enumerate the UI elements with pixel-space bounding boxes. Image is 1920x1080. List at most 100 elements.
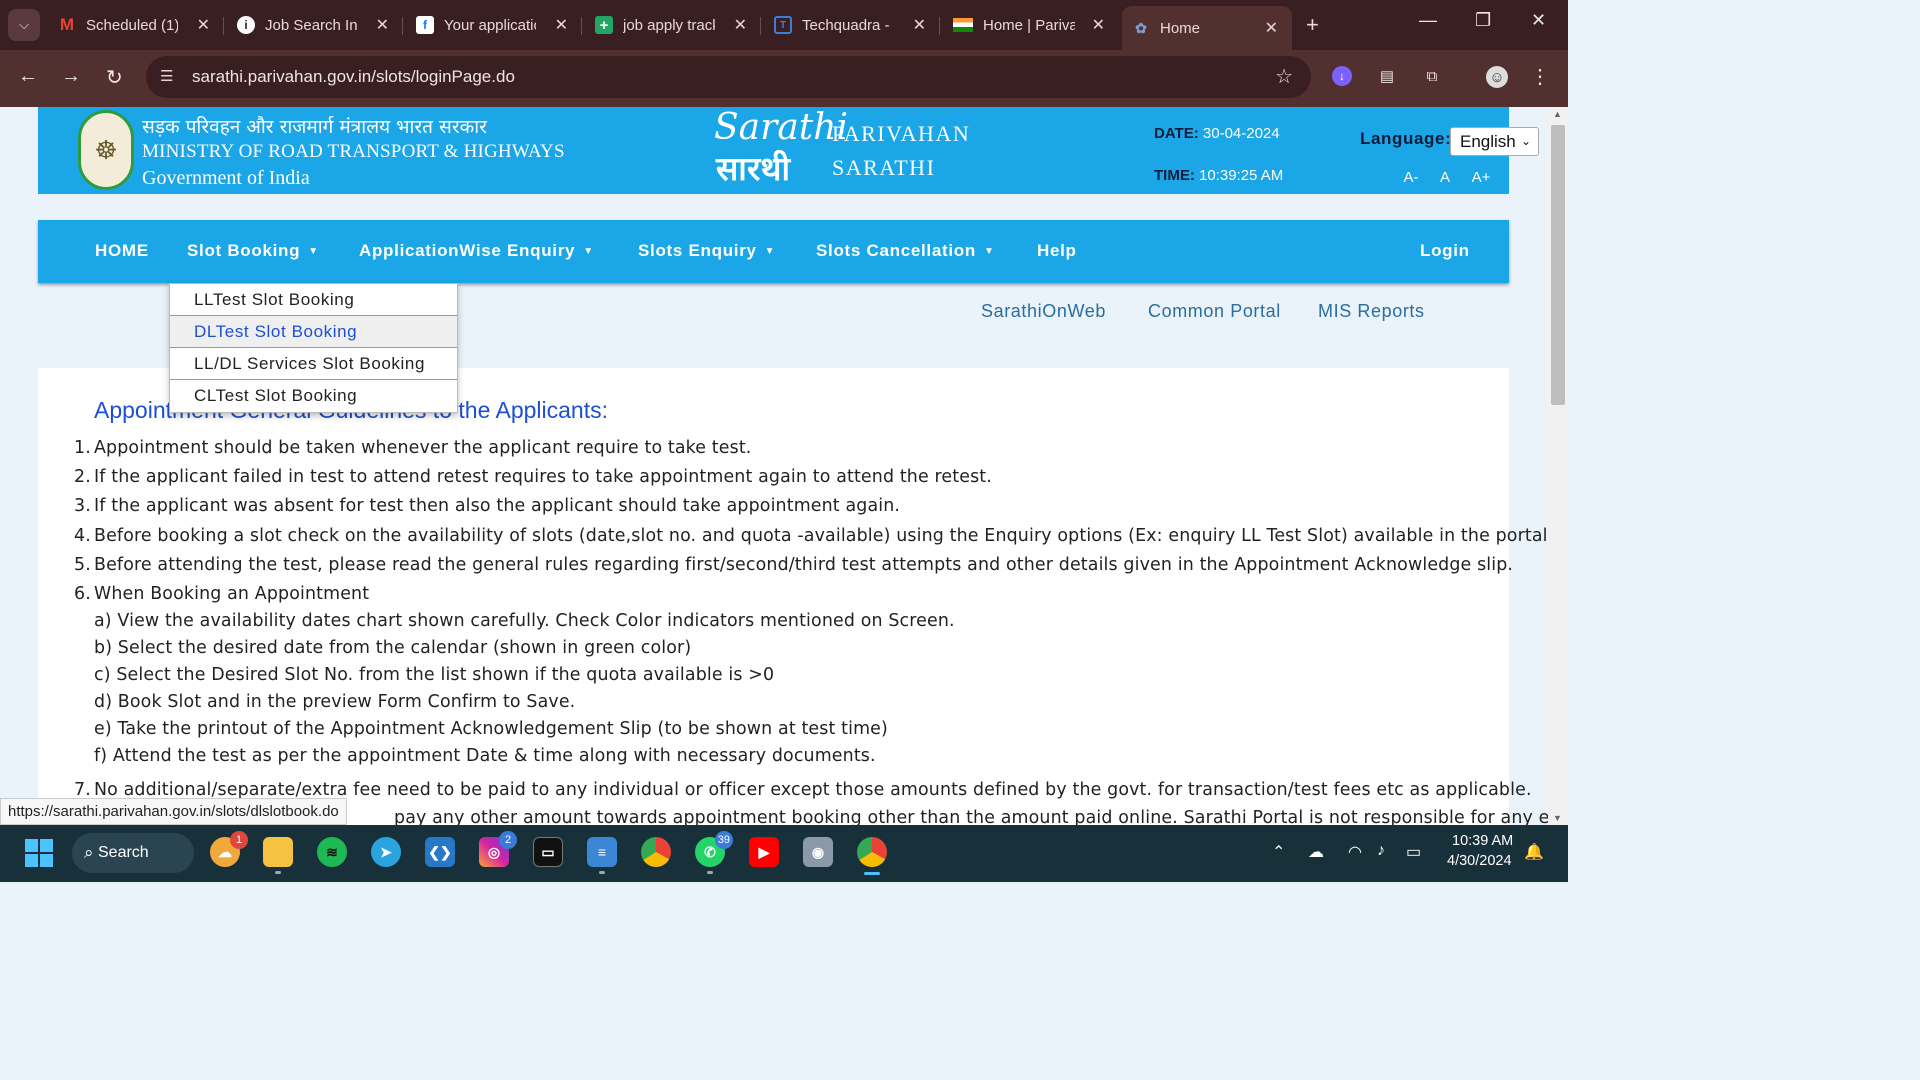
battery-icon[interactable]: ▭ <box>1406 842 1421 862</box>
download-icon[interactable]: ↓ <box>1332 66 1352 86</box>
restore-window-icon[interactable]: ❐ <box>1475 10 1491 31</box>
dropdown-item-cltest-slot-booking[interactable]: CLTest Slot Booking <box>170 380 457 412</box>
menu-home[interactable]: HOME <box>95 241 149 261</box>
list-item: 1. Appointment should be taken whenever t… <box>74 438 752 458</box>
tab-parivahan-home[interactable]: Home | Parivah ✕ <box>953 8 1105 42</box>
list-item: 2. If the applicant failed in test to att… <box>74 467 992 487</box>
back-arrow-icon[interactable]: ← <box>18 65 38 88</box>
notification-badge: 39 <box>714 831 733 849</box>
instagram-icon[interactable]: ◎ 2 <box>479 831 517 867</box>
brand-parivahan: PARIVAHAN <box>832 121 971 146</box>
font-increase-button[interactable]: A+ <box>1466 167 1496 189</box>
close-tab-icon[interactable]: ✕ <box>1265 18 1278 38</box>
item-text: When Booking an Appointment <box>94 584 370 604</box>
spotify-icon[interactable]: ≋ <box>317 837 347 867</box>
minimize-icon[interactable]: — <box>1419 10 1437 31</box>
tab-application[interactable]: f Your applicatio ✕ <box>416 8 568 42</box>
tab-home-active[interactable]: ✿ Home ✕ <box>1122 6 1292 50</box>
close-tab-icon[interactable]: ✕ <box>197 15 210 35</box>
site-settings-icon[interactable]: ☰ <box>160 67 173 85</box>
onedrive-cloud-icon[interactable]: ☁ <box>1308 842 1324 862</box>
show-hidden-icons-chevron-icon[interactable]: ⌃ <box>1272 842 1285 862</box>
link-sarathi-on-web[interactable]: SarathiOnWeb <box>981 301 1106 322</box>
tab-gmail[interactable]: M Scheduled (1) ✕ <box>58 8 210 42</box>
sarathi-logo-english: Sarathi <box>714 107 848 148</box>
running-indicator <box>599 871 605 874</box>
item-text: If the applicant failed in test to atten… <box>94 467 992 487</box>
tab-title: Home <box>1160 19 1201 37</box>
menu-slots-cancellation[interactable]: Slots Cancellation ▼ <box>816 241 995 261</box>
scroll-down-icon[interactable]: ▼ <box>1553 813 1562 823</box>
font-decrease-button[interactable]: A- <box>1396 167 1426 189</box>
browser-menu-kebab-icon[interactable]: ⋮ <box>1530 66 1550 88</box>
address-bar[interactable]: ☰ sarathi.parivahan.gov.in/slots/loginPa… <box>146 56 1311 98</box>
link-common-portal[interactable]: Common Portal <box>1148 301 1281 322</box>
item-text: Appointment should be taken whenever the… <box>94 438 752 458</box>
tab-title: job apply track <box>623 16 715 34</box>
close-tab-icon[interactable]: ✕ <box>734 15 747 35</box>
time-label: TIME: <box>1154 167 1195 184</box>
weather-icon[interactable]: ☁ 1 <box>210 831 248 867</box>
tab-techquadra[interactable]: T Techquadra - W ✕ <box>774 8 926 42</box>
menu-slot-booking[interactable]: Slot Booking ▼ <box>187 241 319 261</box>
dropdown-item-lldl-services-slot-booking[interactable]: LL/DL Services Slot Booking <box>170 348 457 380</box>
page-viewport: ☸ सड़क परिवहन और राजमार्ग मंत्रालय भारत … <box>0 107 1548 825</box>
wifi-icon[interactable]: ◠ <box>1348 842 1362 862</box>
extensions-puzzle-icon[interactable]: ⧉ <box>1422 66 1442 86</box>
scroll-up-icon[interactable]: ▲ <box>1553 109 1562 119</box>
menu-help[interactable]: Help <box>1037 241 1077 261</box>
list-item: 6. When Booking an Appointment <box>74 584 369 604</box>
close-tab-icon[interactable]: ✕ <box>555 15 568 35</box>
chrome-profile-icon[interactable] <box>857 837 887 867</box>
india-flag-icon <box>953 18 973 32</box>
new-tab-plus-icon[interactable]: + <box>1306 12 1319 38</box>
tab-title: Your applicatio <box>444 16 536 34</box>
reload-icon[interactable]: ↻ <box>106 65 123 90</box>
scrollbar-thumb[interactable] <box>1551 125 1565 405</box>
address-url[interactable]: sarathi.parivahan.gov.in/slots/loginPage… <box>192 67 515 87</box>
close-tab-icon[interactable]: ✕ <box>913 15 926 35</box>
telegram-icon[interactable]: ➤ <box>371 837 401 867</box>
volume-icon[interactable]: ♪ <box>1377 842 1385 860</box>
profile-avatar[interactable]: ☺ <box>1486 66 1508 88</box>
browser-tab-bar: ⌵ M Scheduled (1) ✕ i Job Search Inc ✕ f… <box>0 0 1568 50</box>
file-explorer-icon[interactable] <box>263 837 293 867</box>
tab-job-search[interactable]: i Job Search Inc ✕ <box>237 8 389 42</box>
item-number: 3. <box>74 496 91 516</box>
dropdown-item-lltest-slot-booking[interactable]: LLTest Slot Booking <box>170 284 457 316</box>
active-app-indicator <box>864 872 880 875</box>
clock-date[interactable]: 4/30/2024 <box>1447 853 1512 869</box>
close-tab-icon[interactable]: ✕ <box>376 15 389 35</box>
menu-applicationwise-enquiry[interactable]: ApplicationWise Enquiry ▼ <box>359 241 594 261</box>
whatsapp-icon[interactable]: ✆ 39 <box>695 831 733 867</box>
menu-login[interactable]: Login <box>1420 241 1470 261</box>
notepad-icon[interactable]: ≡ <box>587 837 617 867</box>
close-window-icon[interactable]: ✕ <box>1531 10 1546 31</box>
reading-list-icon[interactable]: ▤ <box>1377 66 1397 86</box>
page-scrollbar[interactable]: ▲ ▼ <box>1548 107 1568 825</box>
list-item: 5. Before attending the test, please read… <box>74 555 1513 575</box>
tab-separator <box>402 17 403 35</box>
youtube-icon[interactable]: ▶ <box>749 837 779 867</box>
search-label: Search <box>98 844 149 861</box>
windows-start-icon[interactable] <box>25 839 53 867</box>
bookmark-star-icon[interactable]: ☆ <box>1275 64 1293 89</box>
menu-slots-enquiry[interactable]: Slots Enquiry ▼ <box>638 241 775 261</box>
tab-job-apply-tracker[interactable]: + job apply track ✕ <box>595 8 747 42</box>
tab-separator <box>581 17 582 35</box>
language-select[interactable]: English ⌄ <box>1450 127 1539 156</box>
camera-icon[interactable]: ◉ <box>803 837 833 867</box>
close-tab-icon[interactable]: ✕ <box>1092 15 1105 35</box>
chrome-icon[interactable] <box>641 837 671 867</box>
dropdown-item-dltest-slot-booking[interactable]: DLTest Slot Booking <box>170 316 457 348</box>
sarathi-logo[interactable]: Sarathi सारथी <box>714 107 848 191</box>
link-mis-reports[interactable]: MIS Reports <box>1318 301 1425 322</box>
tab-search-chevron-icon[interactable]: ⌵ <box>8 9 40 41</box>
terminal-icon[interactable]: ▭ <box>533 837 563 867</box>
taskbar-search[interactable]: ⌕ Search <box>72 833 194 873</box>
clock-time[interactable]: 10:39 AM <box>1452 833 1513 849</box>
notification-bell-icon[interactable]: 🔔 <box>1524 842 1544 862</box>
font-normal-button[interactable]: A <box>1430 167 1460 189</box>
vscode-icon[interactable]: ❮❯ <box>425 837 455 867</box>
forward-arrow-icon[interactable]: → <box>61 65 81 88</box>
